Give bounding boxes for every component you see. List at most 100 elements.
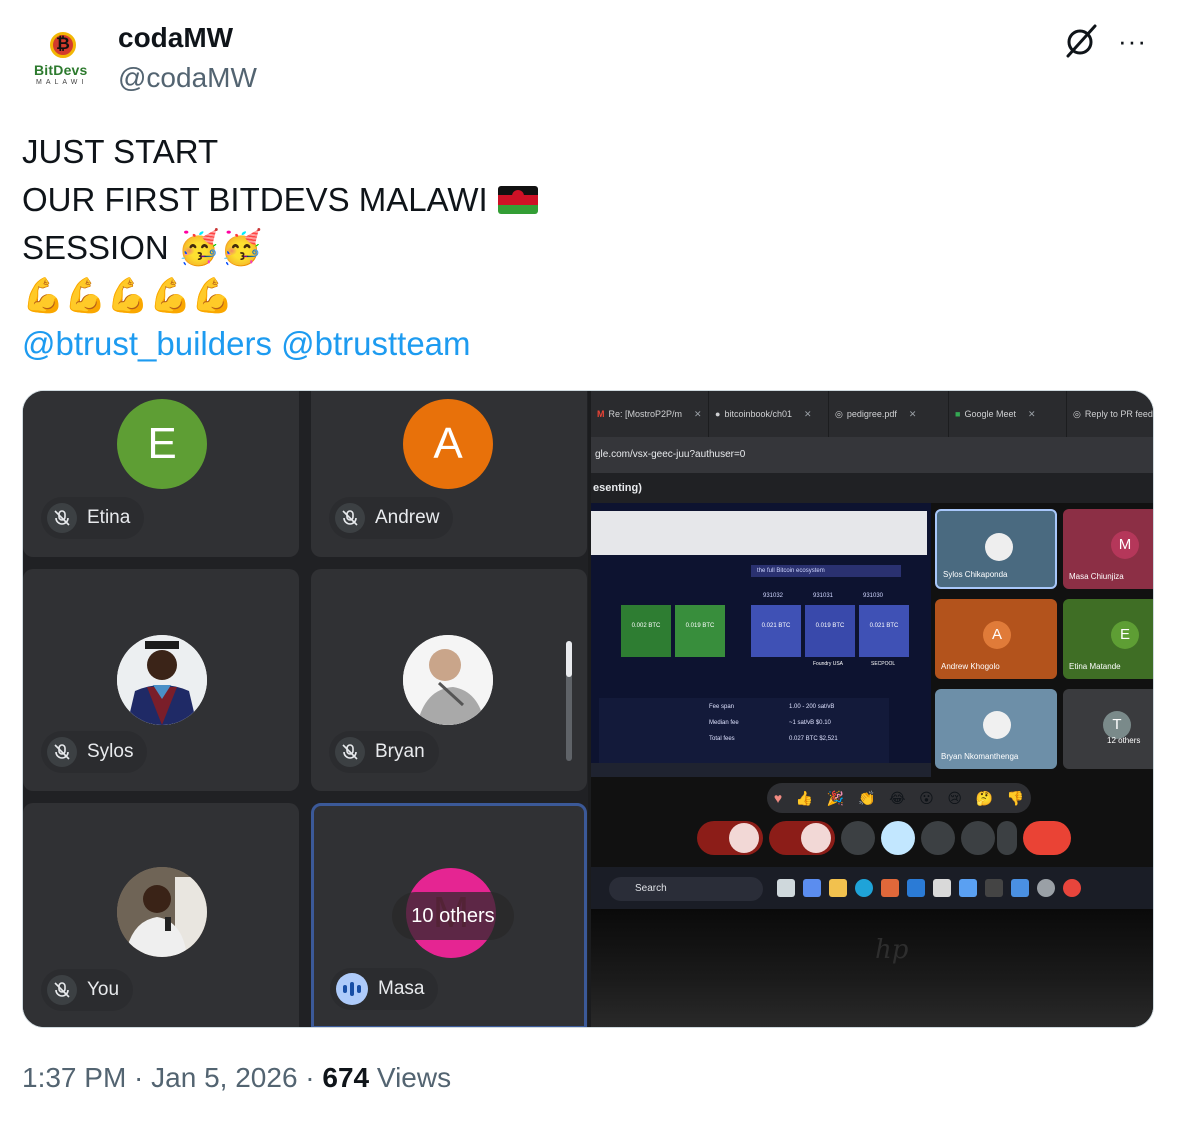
mic-off-icon — [47, 737, 77, 767]
browser-tab[interactable]: ● bitcoinbook/ch01 ✕ — [709, 391, 829, 437]
participant-name: Bryan — [375, 741, 425, 762]
close-tab-icon[interactable]: ✕ — [1028, 409, 1036, 420]
fee-label: Fee span — [709, 704, 735, 710]
avatar-wordmark: BitDevs — [34, 62, 88, 78]
laptop-screen-photo[interactable]: M Re: [MostroP2P/m ✕ ● bitcoinbook/ch01 ✕ ◎ p… — [591, 391, 1153, 1027]
captions-button[interactable] — [921, 821, 955, 855]
participant-tile-etina: E Etina — [23, 391, 299, 557]
mic-toggle-button[interactable] — [697, 821, 763, 855]
participant-tile-you: You — [23, 803, 299, 1027]
leave-call-button[interactable] — [1023, 821, 1071, 855]
block-number: 931032 — [763, 593, 784, 599]
emoji-button[interactable] — [881, 821, 915, 855]
miner-label: Foundry USA — [813, 661, 844, 667]
taskbar-app-icon[interactable] — [1011, 879, 1029, 897]
github-icon: ● — [715, 409, 721, 419]
thumbs-down-reaction[interactable]: 👎 — [1007, 790, 1024, 807]
tweet-media[interactable]: E Etina A Andrew Sylos Bryan You 10 othe… — [22, 390, 1154, 1028]
taskbar-app-icon[interactable] — [933, 879, 951, 897]
fee-label: Median fee — [709, 720, 739, 726]
meet-grid-image[interactable]: E Etina A Andrew Sylos Bryan You 10 othe… — [23, 391, 588, 1027]
thinking-reaction[interactable]: 🤔 — [976, 790, 993, 807]
close-tab-icon[interactable]: ✕ — [694, 409, 702, 420]
raise-hand-button[interactable] — [961, 821, 995, 855]
browser-tab[interactable]: ◎ Reply to PR feedb — [1067, 391, 1153, 437]
taskbar-app-icon[interactable] — [881, 879, 899, 897]
tweet-date[interactable]: Jan 5, 2026 — [151, 1062, 297, 1093]
avatar-letter-small: T — [1103, 711, 1131, 739]
tweet-time[interactable]: 1:37 PM — [22, 1062, 126, 1093]
mempool-block: 0.002 BTC — [621, 605, 671, 657]
heart-reaction[interactable]: ♥ — [774, 790, 782, 806]
grok-icon[interactable] — [1062, 20, 1102, 60]
taskbar-terminal-icon[interactable] — [985, 879, 1003, 897]
taskbar-app-icon[interactable] — [803, 879, 821, 897]
name-chip-masa: Masa — [330, 968, 439, 1010]
taskbar-settings-icon[interactable] — [1037, 879, 1055, 897]
tweet-line-5: @btrust_builders @btrustteam — [22, 320, 1022, 368]
author-avatar[interactable]: BitDevs MALAWI — [22, 22, 102, 98]
reaction-bar[interactable]: ♥ 👍 🎉 👏 😂 😮 😢 🤔 👎 — [767, 783, 1031, 813]
taskbar-chrome-icon[interactable] — [1063, 879, 1081, 897]
party-reaction[interactable]: 🎉 — [827, 790, 844, 807]
participant-others[interactable]: T 12 others — [1063, 689, 1153, 769]
mempool-blocks: 931032 931031 931030 0.002 BTC 0.019 BTC… — [591, 593, 927, 673]
participant-tile-sylos: Sylos — [23, 569, 299, 791]
more-options-icon[interactable]: ··· — [1118, 26, 1158, 56]
taskbar-app-icon[interactable] — [777, 879, 795, 897]
others-count-badge[interactable]: 10 others — [392, 892, 514, 940]
avatar-letter-e: E — [117, 399, 207, 489]
camera-toggle-button[interactable] — [769, 821, 835, 855]
meet-controls — [697, 821, 1071, 861]
fee-table: Fee span 1.00 - 200 sat/vB Median fee ~1… — [599, 698, 889, 768]
mempool-block: 0.021 BTC — [751, 605, 801, 657]
browser-tab[interactable]: ◎ pedigree.pdf ✕ — [829, 391, 949, 437]
close-tab-icon[interactable]: ✕ — [909, 409, 917, 420]
surprised-reaction[interactable]: 😮 — [919, 790, 934, 807]
taskbar-edge-icon[interactable] — [855, 879, 873, 897]
party-face-emoji: 🥳🥳 — [177, 228, 263, 268]
participant-name: Masa — [378, 978, 425, 999]
more-options-button[interactable] — [997, 821, 1017, 855]
malawi-flag-icon — [497, 186, 538, 214]
windows-taskbar: Search — [591, 867, 1153, 909]
tweet-line-3-text: SESSION — [22, 229, 169, 266]
grid-scrollbar[interactable] — [566, 641, 572, 761]
sad-reaction[interactable]: 😢 — [947, 790, 962, 807]
mic-off-icon — [47, 975, 77, 1005]
meet-icon: ■ — [955, 409, 961, 419]
name-chip-bryan: Bryan — [329, 731, 439, 773]
taskbar-vscode-icon[interactable] — [907, 879, 925, 897]
participant-name: Sylos — [87, 741, 134, 762]
author-handle[interactable]: @codaMW — [118, 62, 257, 94]
address-bar[interactable]: gle.com/vsx-geec-juu?authuser=0 — [591, 437, 1153, 473]
close-tab-icon[interactable]: ✕ — [804, 409, 812, 420]
clap-reaction[interactable]: 👏 — [858, 790, 875, 807]
participant-name: Etina — [87, 507, 131, 528]
laugh-reaction[interactable]: 😂 — [889, 790, 905, 807]
mention-btrust-builders[interactable]: @btrust_builders — [22, 325, 272, 362]
avatar-photo-small — [983, 711, 1011, 739]
taskbar-folder-icon[interactable] — [829, 879, 847, 897]
participant-etina-matande: E Etina Matande — [1063, 599, 1153, 679]
participant-name: You — [87, 979, 120, 1000]
thumbs-up-reaction[interactable]: 👍 — [796, 790, 813, 807]
views-count: 674 — [322, 1062, 370, 1093]
views-label: Views — [369, 1062, 452, 1093]
browser-tab[interactable]: M Re: [MostroP2P/m ✕ — [591, 391, 709, 437]
present-button[interactable] — [841, 821, 875, 855]
mention-btrustteam[interactable]: @btrustteam — [281, 325, 470, 362]
browser-tab-active[interactable]: ■ Google Meet ✕ — [949, 391, 1067, 437]
mempool-search: the full Bitcoin ecosystem — [751, 565, 901, 577]
author-display-name[interactable]: codaMW — [118, 22, 233, 54]
name-chip-etina: Etina — [41, 497, 145, 539]
mempool-block: 0.021 BTC — [859, 605, 909, 657]
taskbar-search[interactable]: Search — [609, 877, 763, 901]
avatar-letter-small: E — [1111, 621, 1139, 649]
taskbar-app-icon[interactable] — [959, 879, 977, 897]
miner-label: SECPOOL — [871, 661, 896, 667]
fee-value: 0.027 BTC $2,521 — [789, 736, 838, 742]
tweet-line-3: SESSION 🥳🥳 — [22, 224, 1022, 272]
participant-tile-bryan: Bryan — [311, 569, 587, 791]
avatar-photo-you — [117, 867, 207, 957]
